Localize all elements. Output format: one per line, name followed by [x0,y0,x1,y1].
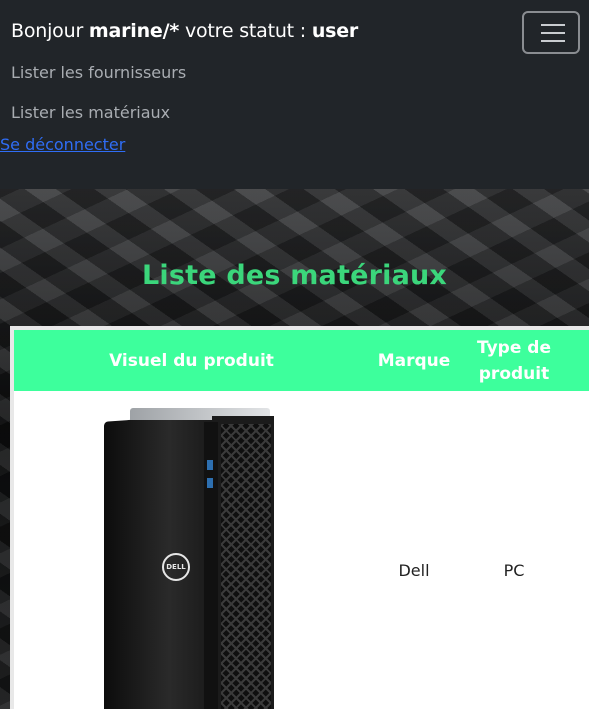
navbar: Bonjour marine/* votre statut : user Lis… [0,0,589,189]
cell-marque: Dell [398,560,430,580]
nav-link-fournisseurs[interactable]: Lister les fournisseurs [11,63,186,82]
table-header: Visuel du produit Marque Type de produit [14,330,589,391]
tower-pc-image: DELL [94,408,294,709]
greeting: Bonjour marine/* votre statut : user [11,20,358,42]
nav-link-materiaux[interactable]: Lister les matériaux [11,103,170,122]
greeting-prefix: Bonjour [11,20,84,42]
column-header-type: Type de produit [477,337,551,384]
column-header-marque: Marque [377,350,451,371]
hamburger-icon-bar [541,32,565,34]
logout-link[interactable]: Se déconnecter [0,135,125,154]
tower-side [104,414,212,709]
hamburger-icon-bar [541,40,565,42]
username: marine/* [88,20,180,42]
cell-type: PC [503,560,525,580]
materials-table: Visuel du produit Marque Type de produit… [10,326,589,709]
page-title: Liste des matériaux [141,260,448,291]
column-header-visuel: Visuel du produit [109,350,274,371]
dell-logo: DELL [162,553,190,581]
hamburger-icon [541,24,565,26]
usb-port [207,460,213,470]
menu-toggle-button[interactable] [522,11,580,54]
usb-port [207,478,213,488]
tower-mesh [221,424,271,709]
user-status: user [311,20,359,42]
status-prefix: votre statut : [184,20,306,42]
